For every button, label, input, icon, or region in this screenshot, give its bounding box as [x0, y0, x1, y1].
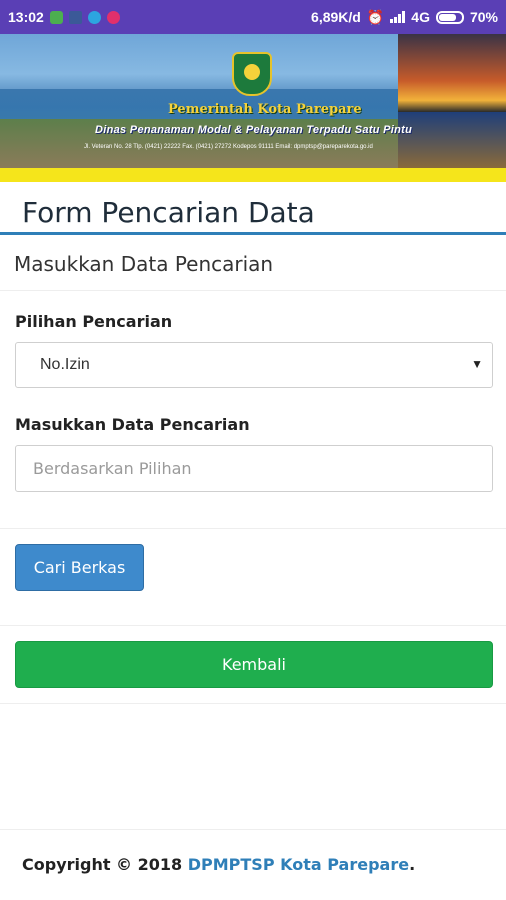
- banner-subtitle: Dinas Penanaman Modal & Pelayanan Terpad…: [95, 124, 413, 136]
- back-button[interactable]: Kembali: [15, 641, 493, 688]
- select-value: No.Izin: [40, 356, 90, 373]
- signal-icon: [390, 11, 406, 23]
- clock: 13:02: [8, 9, 44, 25]
- banner-sunset-photo: [398, 34, 506, 112]
- status-bar-left: 13:02: [8, 9, 120, 25]
- divider: [0, 528, 506, 529]
- select-label: Pilihan Pencarian: [15, 312, 173, 331]
- copyright-suffix: .: [409, 855, 416, 874]
- facebook-icon: [68, 10, 82, 24]
- banner-accent-bar: [0, 168, 506, 182]
- network-speed: 6,89K/d: [311, 9, 361, 25]
- footer-divider: [0, 829, 506, 830]
- search-button[interactable]: Cari Berkas: [15, 544, 144, 591]
- alarm-icon: ⏰: [366, 8, 385, 25]
- footer-link[interactable]: DPMPTSP Kota Parepare: [188, 855, 409, 874]
- message-icon: [49, 10, 63, 24]
- status-bar-right: 6,89K/d ⏰ 4G 70%: [311, 9, 498, 26]
- search-input[interactable]: [15, 445, 493, 492]
- footer-copyright: Copyright © 2018 DPMPTSP Kota Parepare.: [22, 855, 415, 874]
- city-emblem-icon: [232, 52, 272, 96]
- telegram-icon: [87, 10, 101, 24]
- banner-address: Jl. Veteran No. 28 Tlp. (0421) 22222 Fax…: [84, 144, 373, 150]
- page-title: Form Pencarian Data: [22, 196, 315, 229]
- battery-icon: [435, 10, 464, 24]
- header-banner: Pemerintah Kota Parepare Dinas Penanaman…: [0, 34, 506, 168]
- banner-title: Pemerintah Kota Parepare: [168, 102, 362, 117]
- search-option-select[interactable]: No.Izin ▼: [15, 342, 493, 388]
- input-label: Masukkan Data Pencarian: [15, 415, 250, 434]
- instagram-icon: [106, 10, 120, 24]
- network-type: 4G: [411, 9, 430, 25]
- banner-city-photo: [398, 112, 506, 168]
- divider: [0, 703, 506, 704]
- status-bar: 13:02 6,89K/d ⏰ 4G 70%: [0, 0, 506, 34]
- divider: [0, 290, 506, 291]
- chevron-down-icon: ▼: [471, 357, 483, 371]
- copyright-text: Copyright © 2018: [22, 855, 188, 874]
- title-divider: [0, 232, 506, 235]
- panel-heading: Masukkan Data Pencarian: [14, 252, 274, 276]
- battery-level: 70%: [469, 9, 498, 25]
- divider: [0, 625, 506, 626]
